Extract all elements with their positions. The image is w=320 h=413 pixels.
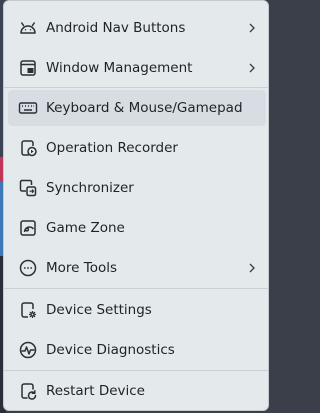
- synchronizer-icon: [18, 178, 38, 198]
- game-zone-icon: [18, 218, 38, 238]
- menu-item-operation-recorder[interactable]: Operation Recorder: [8, 130, 266, 166]
- menu-item-keyboard-mouse-gamepad[interactable]: Keyboard & Mouse/Gamepad: [8, 90, 266, 126]
- menu-item-android-nav-buttons[interactable]: Android Nav Buttons: [8, 10, 266, 46]
- chevron-right-icon: [248, 262, 256, 274]
- menu-item-label: Android Nav Buttons: [46, 20, 186, 36]
- menu-item-more-tools[interactable]: More Tools: [8, 250, 266, 286]
- diagnostics-icon: [18, 340, 38, 360]
- menu-separator: [4, 370, 268, 371]
- recorder-icon: [18, 138, 38, 158]
- more-tools-icon: [18, 258, 38, 278]
- keyboard-icon: [18, 98, 38, 118]
- device-settings-icon: [18, 300, 38, 320]
- menu-item-restart-device[interactable]: Restart Device: [8, 373, 266, 409]
- menu-item-label: Restart Device: [46, 383, 145, 399]
- menu-item-game-zone[interactable]: Game Zone: [8, 210, 266, 246]
- restart-icon: [18, 381, 38, 401]
- menu-separator: [4, 87, 268, 88]
- menu-item-label: More Tools: [46, 260, 118, 276]
- menu-item-device-diagnostics[interactable]: Device Diagnostics: [8, 332, 266, 368]
- menu-item-label: Keyboard & Mouse/Gamepad: [46, 100, 243, 116]
- menu-item-label: Operation Recorder: [46, 140, 178, 156]
- chevron-right-icon: [248, 62, 256, 74]
- menu-item-label: Device Diagnostics: [46, 342, 175, 358]
- context-menu: Android Nav Buttons Window Management Ke…: [3, 0, 269, 411]
- menu-item-label: Window Management: [46, 60, 193, 76]
- chevron-right-icon: [248, 22, 256, 34]
- menu-separator: [4, 288, 268, 289]
- menu-item-device-settings[interactable]: Device Settings: [8, 292, 266, 328]
- menu-item-label: Synchronizer: [46, 180, 134, 196]
- android-icon: [18, 18, 38, 38]
- window-icon: [18, 58, 38, 78]
- menu-item-label: Game Zone: [46, 220, 125, 236]
- menu-item-label: Device Settings: [46, 302, 152, 318]
- menu-item-window-management[interactable]: Window Management: [8, 50, 266, 86]
- menu-item-synchronizer[interactable]: Synchronizer: [8, 170, 266, 206]
